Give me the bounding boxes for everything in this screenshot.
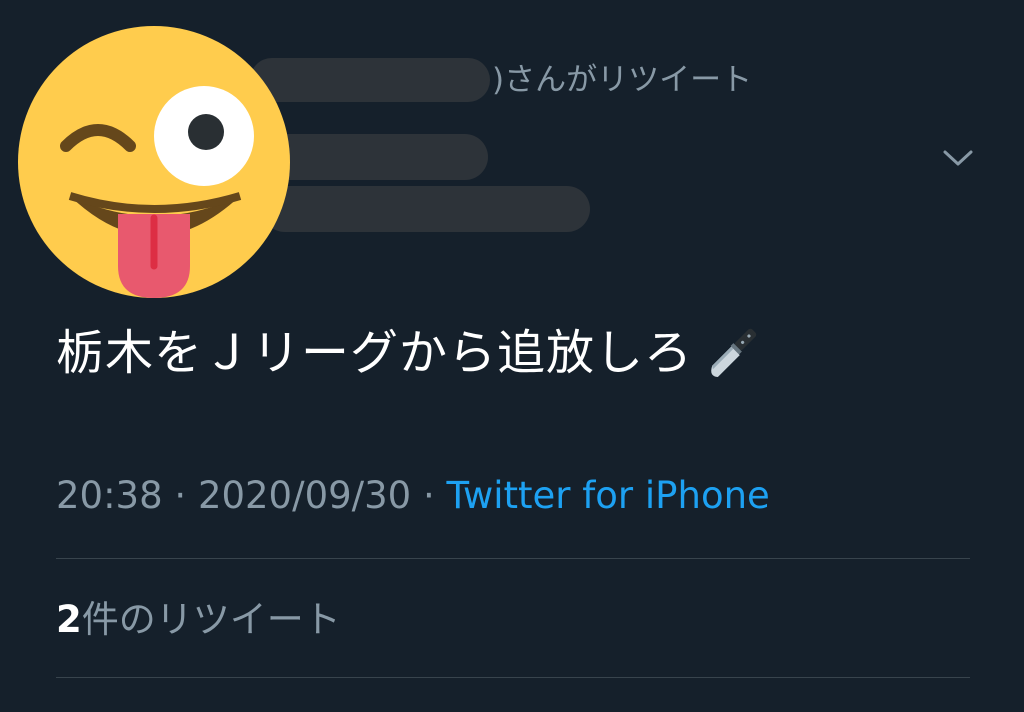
winking-face-with-tongue-icon [18, 26, 290, 298]
retweet-count-number: 2 [56, 598, 82, 641]
divider [56, 558, 970, 559]
retweet-count-link[interactable]: 2件のリツイート [56, 596, 341, 644]
avatar[interactable] [18, 26, 290, 298]
retweet-header-text: )さんがリツイート [492, 62, 753, 98]
tweet-text: 栃木をＪリーグから追放しろ [56, 318, 765, 388]
tweet-date: 2020/09/30 [197, 474, 412, 517]
tweet-source-link[interactable]: Twitter for iPhone [447, 474, 770, 517]
tweet-meta: 20:38 · 2020/09/30 · Twitter for iPhone [56, 472, 770, 520]
redacted-display-name [262, 134, 488, 180]
knife-icon [699, 320, 765, 386]
chevron-down-icon[interactable] [940, 140, 976, 176]
tweet-detail-page: )さんがリツイート 栃木をＪリーグから追放しろ 20:38 · 2020/09/… [0, 0, 1024, 712]
tweet-time: 20:38 [56, 474, 163, 517]
redacted-user-handle [262, 186, 590, 232]
divider [56, 677, 970, 678]
retweet-count-label: 件のリツイート [81, 598, 341, 641]
tweet-text-body: 栃木をＪリーグから追放しろ [56, 325, 694, 381]
meta-separator: · [162, 474, 198, 517]
meta-separator: · [411, 474, 447, 517]
